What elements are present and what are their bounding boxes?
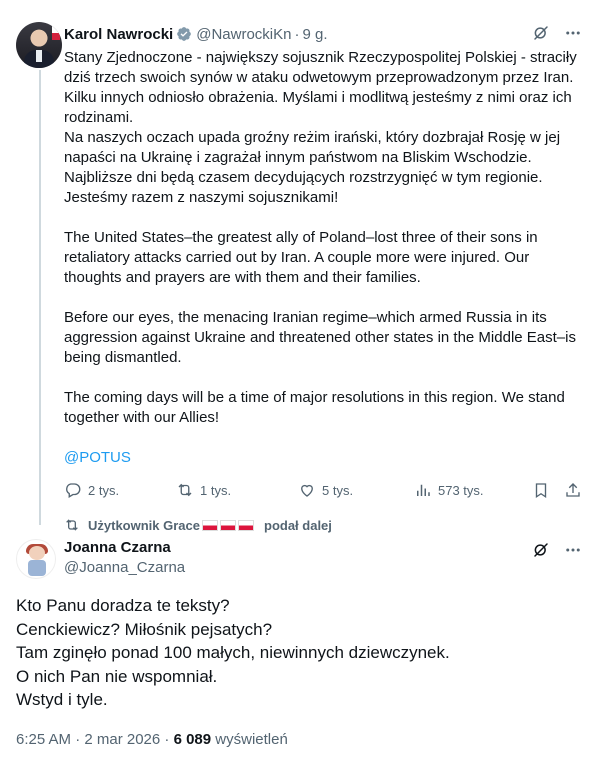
tweet-line: Tam zginęło ponad 100 małych, niewinnych… xyxy=(16,643,450,662)
reply-button[interactable]: 2 tys. xyxy=(64,481,119,499)
tweet-line: O nich Pan nie wspomniał. xyxy=(16,666,218,686)
avatar-karol-nawrocki[interactable] xyxy=(16,22,62,68)
share-button[interactable] xyxy=(564,481,582,499)
tweet-line: Cenckiewicz? Miłośnik pejsatych? xyxy=(16,619,273,639)
views-count: 573 tys. xyxy=(438,482,484,498)
grok-icon[interactable] xyxy=(532,24,550,42)
separator-dot: · xyxy=(294,25,300,43)
repost-icon xyxy=(178,483,192,497)
tweet1-top-actions xyxy=(532,24,582,42)
thread-connector-line xyxy=(39,70,41,525)
poland-flag-icon xyxy=(238,519,254,531)
repost-icon xyxy=(66,519,78,531)
like-button[interactable]: 5 tys. xyxy=(298,481,353,499)
repost-suffix-label: podał dalej xyxy=(264,517,332,533)
views-count: 6 089 xyxy=(173,731,212,748)
author-name[interactable]: Joanna Czarna xyxy=(64,539,171,556)
tweet-paragraph: Before our eyes, the menacing Iranian re… xyxy=(64,309,576,366)
views-label: wyświetleń xyxy=(215,731,288,748)
bookmark-button[interactable] xyxy=(532,481,550,499)
tweet-line: Wstyd i tyle. xyxy=(16,690,108,709)
repost-banner[interactable]: Użytkownik Grace podał dalej xyxy=(64,517,332,533)
tweet-paragraph: Stany Zjednoczone - największy sojusznik… xyxy=(64,49,577,126)
more-icon[interactable] xyxy=(564,24,582,42)
tweet-timestamp[interactable]: 6:25 AM · 2 mar 2026 · xyxy=(16,731,169,748)
repost-user-label: Użytkownik Grace xyxy=(88,517,200,533)
like-count: 5 tys. xyxy=(322,482,354,498)
tweet2-top-actions xyxy=(532,541,582,559)
tweet1-action-bar: 2 tys. 1 tys. 5 tys. 573 tys. xyxy=(64,480,582,500)
repost-count: 1 tys. xyxy=(200,482,232,498)
poland-flag-icon xyxy=(220,519,236,531)
tweet-time[interactable]: 9 g. xyxy=(302,26,327,43)
author-name[interactable]: Karol Nawrocki xyxy=(64,26,173,43)
tweet-paragraph: The coming days will be a time of major … xyxy=(64,389,565,426)
tweet-line: Kto Panu doradza te teksty? xyxy=(16,596,230,615)
share-icon xyxy=(566,483,580,497)
tweet-paragraph: Na naszych oczach upada groźny reżim ira… xyxy=(64,129,561,206)
more-icon[interactable] xyxy=(564,541,582,559)
grok-icon[interactable] xyxy=(532,541,550,559)
verified-badge-icon xyxy=(177,27,192,41)
views-button[interactable]: 573 tys. xyxy=(414,481,484,499)
tweet1-header: Karol Nawrocki @NawrockiKn · 9 g. xyxy=(64,24,328,44)
reply-count: 2 tys. xyxy=(88,482,120,498)
reply-icon xyxy=(66,483,81,498)
author-handle[interactable]: @Joanna_Czarna xyxy=(64,559,185,576)
heart-icon xyxy=(301,484,313,497)
mention-link[interactable]: @POTUS xyxy=(64,449,131,466)
tweet-paragraph: The United States–the greatest ally of P… xyxy=(64,229,538,286)
poland-flag-icon xyxy=(202,519,218,531)
avatar-joanna-czarna[interactable] xyxy=(16,539,56,579)
repost-button[interactable]: 1 tys. xyxy=(176,481,231,499)
analytics-icon xyxy=(417,484,430,496)
bookmark-icon xyxy=(535,483,547,499)
poland-flag-icons xyxy=(202,519,254,531)
tweet1-body: Stany Zjednoczone - największy sojusznik… xyxy=(64,48,584,468)
tweet2-meta: 6:25 AM · 2 mar 2026 · 6 089 wyświetleń xyxy=(16,731,288,748)
author-handle[interactable]: @NawrockiKn xyxy=(196,26,291,43)
tweet2-body: Kto Panu doradza te teksty? Cenckiewicz?… xyxy=(16,594,582,712)
